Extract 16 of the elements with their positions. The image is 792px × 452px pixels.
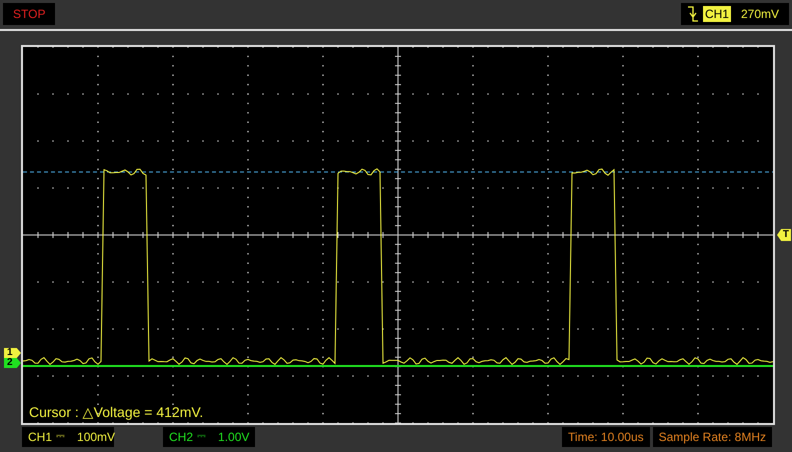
trigger-channel: CH1 — [702, 6, 731, 22]
trigger-level: 270mV — [740, 7, 779, 21]
coupling-symbol: ⎓ — [56, 430, 66, 444]
cursor-readout: Cursor : △Voltage = 412mV. — [29, 404, 204, 420]
channel-scale: 100mV — [77, 430, 116, 444]
time-base: Time: 10.00us — [562, 427, 650, 447]
channel-1-marker[interactable]: 1 — [4, 348, 21, 358]
channel-label: CH2 — [169, 430, 194, 444]
channel-2-marker[interactable]: 2 — [4, 358, 21, 368]
channel-scale: 1.00V — [218, 430, 250, 444]
falling-edge-icon — [686, 5, 699, 23]
trigger-marker[interactable]: T — [777, 229, 791, 241]
sample-rate: Sample Rate: 8MHz — [652, 427, 772, 447]
channel-label: CH1 — [28, 430, 52, 444]
coupling-symbol: ⎓ — [197, 430, 206, 444]
run-status: STOP — [3, 3, 56, 25]
